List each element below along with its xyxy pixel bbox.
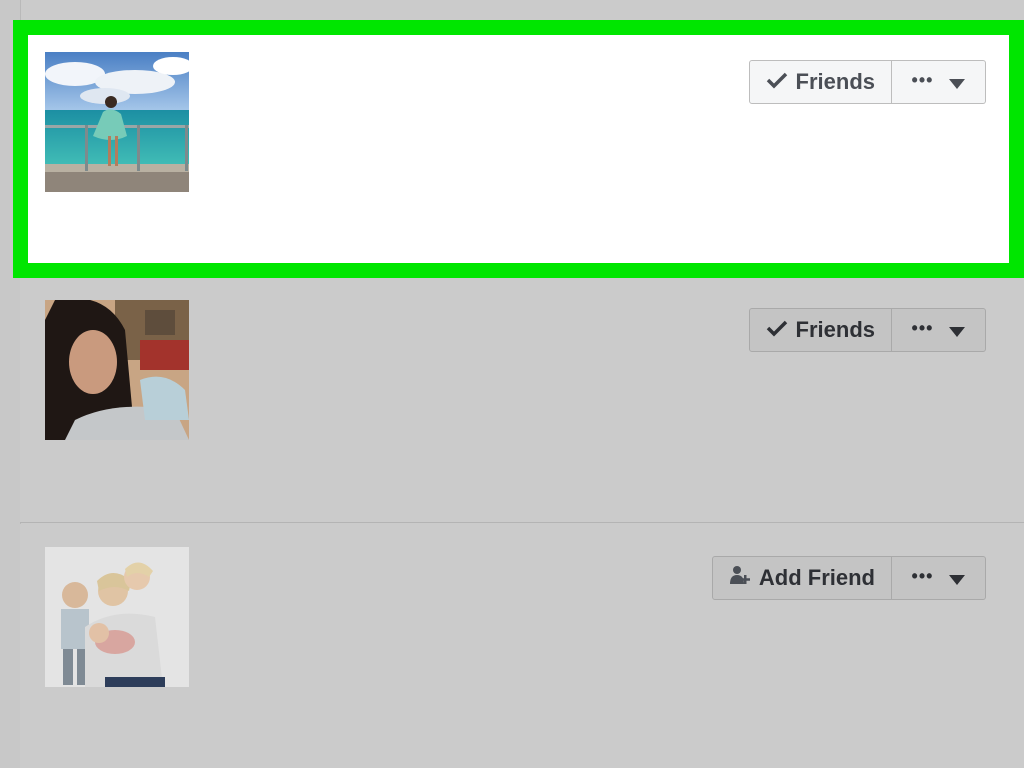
- friend-row-3: Add Friend •••: [20, 524, 1024, 768]
- caret-down-icon: [949, 565, 966, 591]
- ellipsis-icon: •••: [911, 70, 934, 90]
- caret-down-icon: [949, 317, 966, 343]
- friends-status-button[interactable]: Friends: [748, 60, 892, 104]
- add-friend-icon: [729, 564, 751, 592]
- friend-row-2: Friends •••: [20, 276, 1024, 523]
- friend-row-1: Friends •••: [20, 28, 1024, 272]
- ellipsis-icon: •••: [911, 566, 934, 586]
- caret-down-icon: [949, 69, 966, 95]
- more-options-button[interactable]: •••: [892, 60, 986, 104]
- checkmark-icon: [766, 69, 788, 95]
- friends-status-label: Friends: [795, 317, 875, 342]
- selfie-avatar[interactable]: [45, 300, 189, 440]
- friend-actions: Friends •••: [748, 308, 986, 352]
- add-friend-label: Add Friend: [758, 565, 875, 590]
- ellipsis-icon: •••: [911, 318, 934, 338]
- more-options-button[interactable]: •••: [892, 308, 986, 352]
- family-photo-avatar[interactable]: [45, 547, 189, 687]
- checkmark-icon: [766, 317, 788, 343]
- friends-status-label: Friends: [795, 69, 875, 94]
- more-options-button[interactable]: •••: [892, 556, 986, 600]
- friend-actions: Add Friend •••: [711, 556, 986, 600]
- friend-actions: Friends •••: [748, 60, 986, 104]
- friends-status-button[interactable]: Friends: [748, 308, 892, 352]
- beach-photo-avatar[interactable]: [45, 52, 189, 192]
- add-friend-button[interactable]: Add Friend: [711, 556, 892, 600]
